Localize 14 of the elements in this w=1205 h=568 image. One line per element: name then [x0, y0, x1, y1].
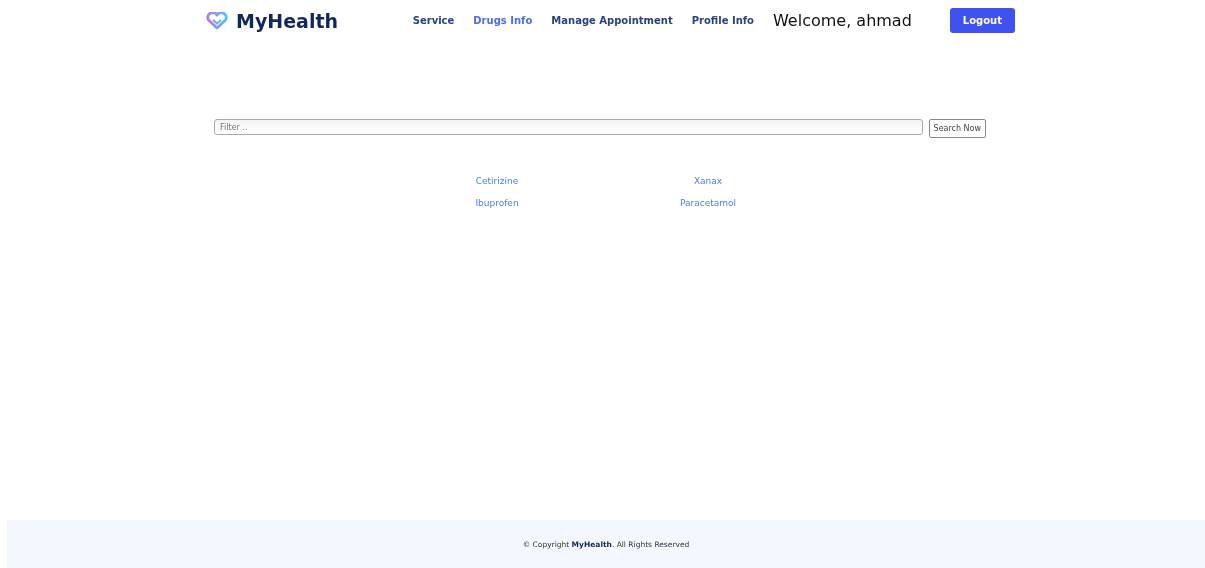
drug-link[interactable]: Ibuprofen — [475, 198, 519, 208]
drug-link[interactable]: Xanax — [693, 176, 723, 186]
logout-button[interactable]: Logout — [949, 8, 1015, 33]
heart-logo-icon — [206, 11, 228, 30]
nav-link[interactable]: Drugs Info — [473, 15, 533, 26]
welcome-text: Welcome, ahmad — [772, 11, 912, 30]
nav-link[interactable]: Profile Info — [691, 15, 754, 26]
site-logo-text: MyHealth — [236, 9, 339, 32]
nav-link[interactable]: Service — [412, 15, 455, 26]
drug-link[interactable]: Cetirizine — [475, 176, 519, 186]
drug-link[interactable]: Paracetamol — [679, 198, 737, 208]
filter-field[interactable]: Filter .. — [214, 119, 923, 135]
search-button[interactable]: Search Now — [928, 119, 986, 138]
nav-link[interactable]: Manage Appointment — [551, 15, 673, 26]
